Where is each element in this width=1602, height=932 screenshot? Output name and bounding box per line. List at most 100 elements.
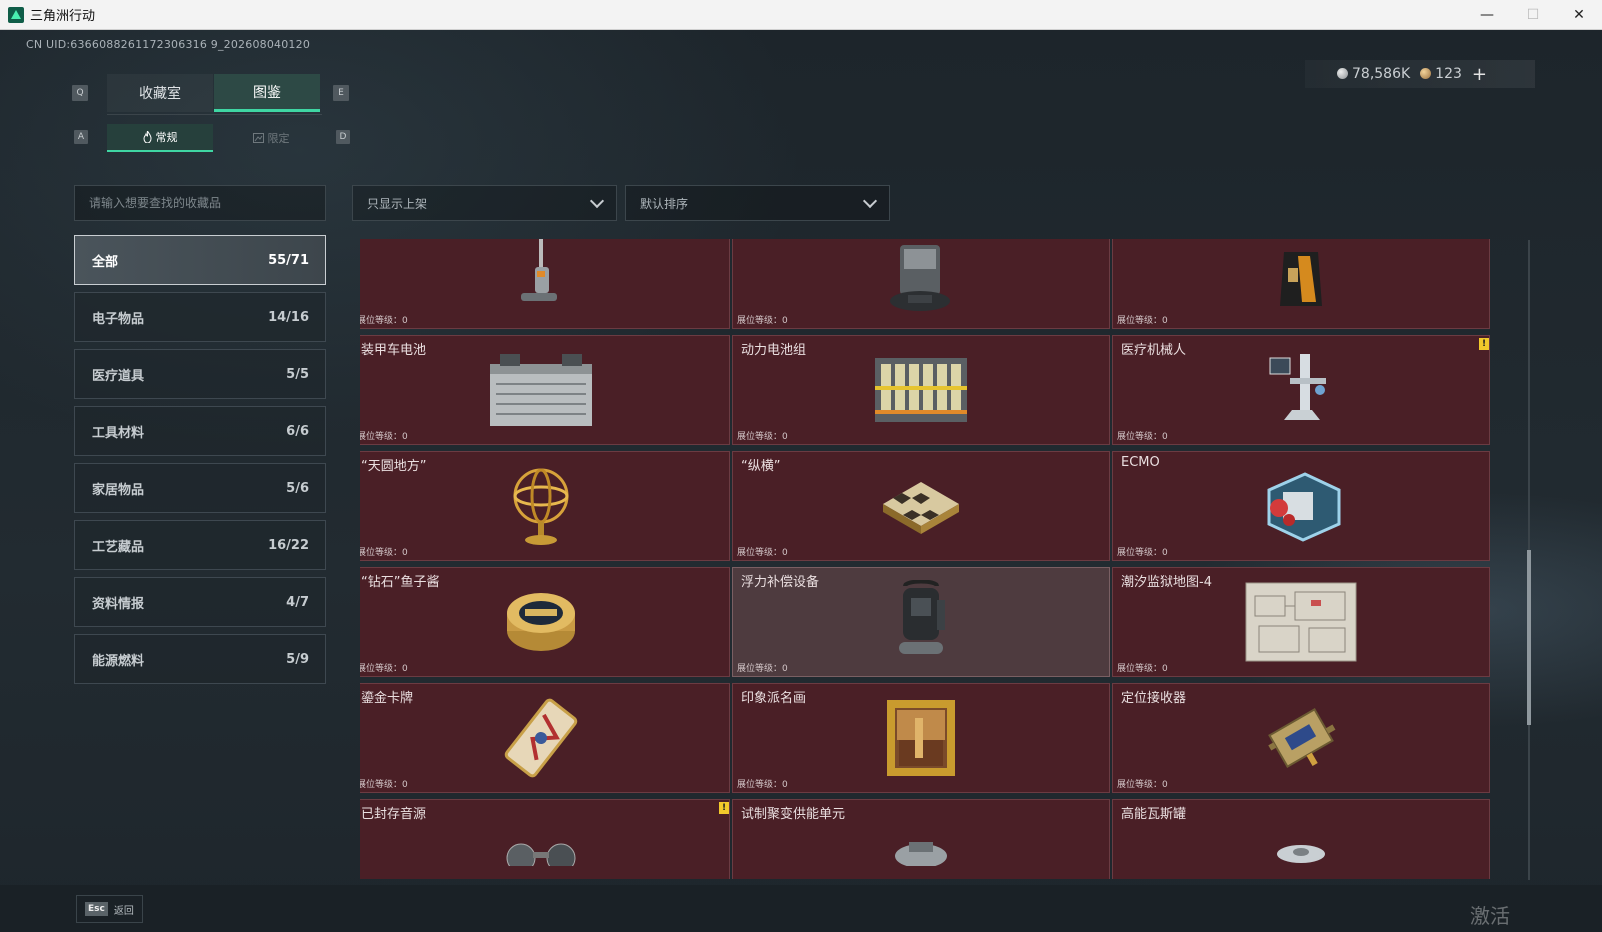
category-count: 5/5: [286, 366, 309, 382]
sealed-audio-icon: [506, 843, 576, 866]
category-label: 工艺藏品: [92, 539, 145, 555]
search-input[interactable]: [74, 185, 326, 221]
shelf-filter-value: 只显示上架: [367, 196, 428, 211]
minimize-button[interactable]: —: [1464, 0, 1510, 30]
add-currency-button[interactable]: +: [1472, 64, 1487, 85]
item-card[interactable]: 医疗机械人 ! 展位等级：0: [1112, 335, 1490, 445]
tab-limited[interactable]: 限定: [218, 124, 324, 152]
tab-limited-label: 限定: [267, 132, 290, 145]
item-level: 展位等级：0: [360, 780, 408, 790]
item-card[interactable]: “钻石”鱼子酱 展位等级：0: [360, 567, 730, 677]
chevron-down-icon: [589, 193, 605, 209]
chess-board-icon: [883, 482, 959, 534]
item-card[interactable]: “纵横” 展位等级：0: [732, 451, 1110, 561]
item-card[interactable]: 浮力补偿设备 展位等级：0: [732, 567, 1110, 677]
chevron-down-icon: [862, 193, 878, 209]
item-name: “纵横”: [741, 459, 781, 474]
item-name: 鎏金卡牌: [361, 691, 414, 706]
category-intel[interactable]: 资料情报 4/7: [74, 577, 326, 627]
back-button[interactable]: Esc 返回: [76, 895, 143, 923]
category-count: 16/22: [268, 537, 309, 553]
item-card[interactable]: 潮汐监狱地图-4 展位等级：0: [1112, 567, 1490, 677]
armillary-sphere-icon: [513, 468, 569, 545]
item-name: 动力电池组: [741, 343, 807, 358]
item-card[interactable]: 印象派名画 展位等级：0: [732, 683, 1110, 793]
item-card[interactable]: ECMO 展位等级：0: [1112, 451, 1490, 561]
item-name: 浮力补偿设备: [741, 575, 820, 590]
tab-regular[interactable]: 常规: [107, 124, 213, 152]
category-count: 5/9: [286, 651, 309, 667]
item-level: 展位等级：0: [360, 548, 408, 558]
item-card[interactable]: 展位等级：0: [732, 239, 1110, 329]
item-name: 印象派名画: [741, 691, 807, 706]
sort-dropdown[interactable]: 默认排序: [625, 185, 890, 221]
tab-collection-room[interactable]: 收藏室: [107, 74, 213, 112]
tab-catalog[interactable]: 图鉴: [214, 74, 320, 112]
item-level: 展位等级：0: [1117, 548, 1168, 558]
car-battery-icon: [490, 354, 592, 426]
category-energy[interactable]: 能源燃料 5/9: [74, 634, 326, 684]
item-level: 展位等级：0: [1117, 664, 1168, 674]
item-level: 展位等级：0: [737, 780, 788, 790]
item-card[interactable]: 装甲车电池 展位等级：0: [360, 335, 730, 445]
item-name: 高能瓦斯罐: [1121, 807, 1187, 822]
category-medical[interactable]: 医疗道具 5/5: [74, 349, 326, 399]
game-viewport: CN UID:6366088261172306316 9_20260804012…: [0, 30, 1602, 932]
item-level: 展位等级：0: [737, 316, 788, 326]
item-name: 装甲车电池: [361, 343, 427, 358]
close-button[interactable]: ✕: [1556, 0, 1602, 30]
item-name: ECMO: [1121, 455, 1160, 470]
shelf-filter-dropdown[interactable]: 只显示上架: [352, 185, 617, 221]
category-count: 55/71: [268, 252, 309, 268]
item-card[interactable]: 鎏金卡牌 展位等级：0: [360, 683, 730, 793]
back-label: 返回: [113, 905, 134, 917]
key-hint-e: E: [333, 85, 349, 101]
item-name: 已封存音源: [361, 807, 427, 822]
category-tools[interactable]: 工具材料 6/6: [74, 406, 326, 456]
category-all[interactable]: 全部 55/71: [74, 235, 326, 285]
bottom-bar: [0, 885, 1602, 932]
item-level: 展位等级：0: [1117, 432, 1168, 442]
item-card[interactable]: 动力电池组 展位等级：0: [732, 335, 1110, 445]
item-card[interactable]: 高能瓦斯罐: [1112, 799, 1490, 879]
gilded-card-icon: [504, 698, 578, 778]
item-level: 展位等级：0: [360, 664, 408, 674]
category-crafts[interactable]: 工艺藏品 16/22: [74, 520, 326, 570]
item-level: 展位等级：0: [360, 316, 408, 326]
framed-painting-icon: [887, 700, 955, 776]
picture-icon: [252, 133, 264, 143]
window-titlebar: 三角洲行动 — ☐ ✕: [0, 0, 1602, 30]
warning-badge: !: [1479, 338, 1489, 350]
currency-bar: 78,586K 123 +: [1305, 60, 1535, 88]
category-household[interactable]: 家居物品 5/6: [74, 463, 326, 513]
maximize-button[interactable]: ☐: [1510, 0, 1556, 30]
ecmo-machine-icon: [1267, 472, 1341, 542]
item-grid: 展位等级：0 展位等级：0 展位等级：0 装甲车电池 展位等级：0 动力电池组 …: [360, 239, 1520, 879]
fusion-unit-icon: [895, 842, 947, 866]
buoyancy-device-icon: [899, 580, 945, 654]
item-card[interactable]: 已封存音源 !: [360, 799, 730, 879]
category-electronics[interactable]: 电子物品 14/16: [74, 292, 326, 342]
item-card[interactable]: 试制聚变供能单元: [732, 799, 1110, 879]
key-hint-a: A: [74, 130, 88, 144]
esc-key-hint: Esc: [85, 902, 108, 916]
category-label: 全部: [92, 254, 119, 270]
item-card[interactable]: 展位等级：0: [1112, 239, 1490, 329]
player-uid: CN UID:6366088261172306316 9_20260804012…: [26, 38, 311, 51]
window-controls: — ☐ ✕: [1464, 0, 1602, 30]
item-name: 定位接收器: [1121, 691, 1187, 706]
windows-activation-watermark: 激活 Windows: [1470, 904, 1559, 932]
item-level: 展位等级：0: [360, 432, 408, 442]
sort-value: 默认排序: [640, 196, 689, 211]
category-label: 电子物品: [92, 311, 145, 327]
category-count: 4/7: [286, 594, 309, 610]
vacuum-cleaner-icon: [521, 239, 557, 302]
grid-scroll-thumb[interactable]: [1527, 550, 1531, 725]
coffee-bag-icon: [1280, 252, 1322, 307]
silver-coin-icon: [1337, 68, 1348, 79]
item-card[interactable]: “天圆地方” 展位等级：0: [360, 451, 730, 561]
category-label: 资料情报: [92, 596, 145, 612]
item-card[interactable]: 定位接收器 展位等级：0: [1112, 683, 1490, 793]
silver-currency: 78,586K: [1337, 66, 1410, 82]
item-card[interactable]: 展位等级：0: [360, 239, 730, 329]
